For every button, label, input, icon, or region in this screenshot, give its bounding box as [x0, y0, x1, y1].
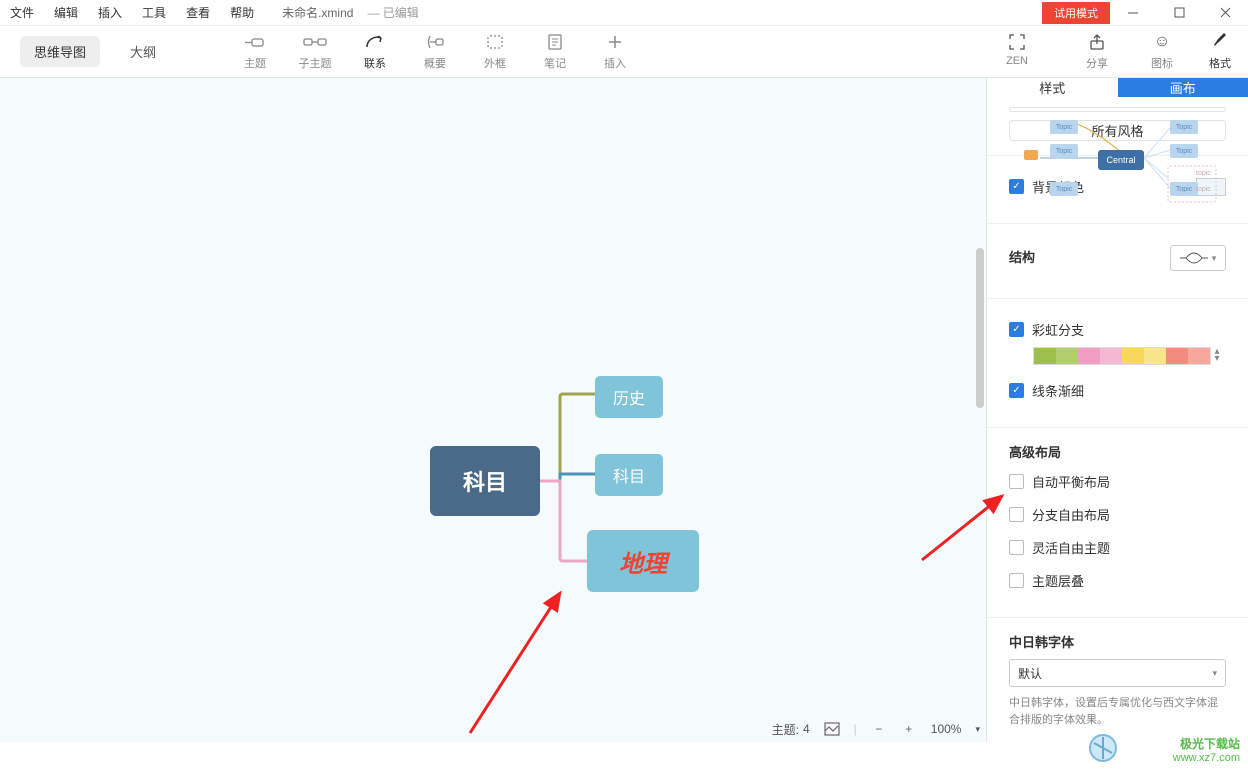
tool-format[interactable]: 格式: [1198, 33, 1242, 71]
preview-topic: Topic: [1050, 144, 1078, 158]
theme-preview[interactable]: Central Topic Topic Topic Topic Topic To…: [1009, 107, 1226, 112]
tool-note[interactable]: 笔记: [530, 33, 580, 71]
maximize-button[interactable]: [1156, 0, 1202, 26]
preview-topic: Topic: [1050, 120, 1078, 134]
document-state: — 已编辑: [367, 4, 418, 21]
trial-badge[interactable]: 试用模式: [1042, 2, 1110, 24]
tab-mindmap[interactable]: 思维导图: [20, 36, 100, 67]
rainbow-swatch[interactable]: [1033, 347, 1211, 365]
menu-view[interactable]: 查看: [176, 4, 220, 21]
structure-picker[interactable]: ▾: [1170, 245, 1226, 271]
preview-topic: Topic: [1050, 182, 1078, 196]
tool-summary[interactable]: 概要: [410, 33, 460, 71]
minimap-icon[interactable]: [824, 722, 840, 736]
topic-icon: [245, 33, 265, 51]
menu-file[interactable]: 文件: [0, 4, 44, 21]
panel-tab-style[interactable]: 样式: [987, 78, 1118, 97]
panel-tab-canvas[interactable]: 画布: [1118, 78, 1248, 97]
tool-relation[interactable]: 联系: [350, 33, 400, 71]
preview-topic: Topic: [1170, 144, 1198, 158]
taper-checkbox[interactable]: ✓ 线条渐细: [1009, 381, 1084, 400]
annotation-arrow-1: [460, 583, 580, 742]
summary-icon: [426, 33, 444, 51]
share-icon: [1089, 33, 1105, 51]
preview-topic: Topic: [1170, 182, 1198, 196]
toolbar: 思维导图 大纲 主题 子主题 联系 概要 外框 笔记 插入: [0, 26, 1248, 78]
titlebar: 文件 编辑 插入 工具 查看 帮助 未命名.xmind — 已编辑 试用模式: [0, 0, 1248, 26]
overlap-checkbox[interactable]: 主题层叠: [1009, 571, 1084, 590]
plus-icon: [608, 33, 622, 51]
advanced-layout-label: 高级布局: [1009, 442, 1226, 461]
zoom-in[interactable]: +: [901, 722, 917, 736]
structure-label: 结构: [1009, 247, 1035, 266]
preview-topic-small: topic: [1196, 186, 1211, 193]
minimize-button[interactable]: [1110, 0, 1156, 26]
chevron-down-icon: ▾: [1212, 253, 1217, 264]
zen-icon: [1009, 33, 1025, 51]
note-icon: [548, 33, 562, 51]
preview-central: Central: [1098, 150, 1144, 170]
rainbow-checkbox[interactable]: ✓ 彩虹分支: [1009, 320, 1084, 339]
rainbow-stepper[interactable]: ▴▾: [1215, 348, 1226, 362]
zoom-out[interactable]: −: [871, 722, 887, 736]
flex-topic-checkbox[interactable]: 灵活自由主题: [1009, 538, 1110, 557]
canvas[interactable]: 科目 历史 科目 地理 主题: 4 | − + 100% ▾: [0, 78, 986, 742]
statusbar: 主题: 4 | − + 100% ▾: [772, 716, 980, 742]
subtopic-1[interactable]: 历史: [595, 376, 663, 418]
central-topic[interactable]: 科目: [430, 446, 540, 516]
close-button[interactable]: [1202, 0, 1248, 26]
tool-boundary[interactable]: 外框: [470, 33, 520, 71]
font-select[interactable]: 默认 ▾: [1009, 659, 1226, 687]
tool-share[interactable]: 分享: [1072, 33, 1122, 71]
subtopic-3[interactable]: 地理: [587, 530, 699, 592]
brush-icon: [1212, 33, 1228, 51]
smiley-icon: ☺: [1154, 33, 1170, 51]
preview-topic-small: topic: [1196, 170, 1211, 177]
menu-help[interactable]: 帮助: [220, 4, 264, 21]
scrollbar-vertical[interactable]: [976, 248, 984, 408]
boundary-icon: [487, 33, 503, 51]
tool-topic[interactable]: 主题: [230, 33, 280, 71]
topics-count: 4: [803, 722, 810, 736]
relation-icon: [365, 33, 385, 51]
chevron-down-icon[interactable]: ▾: [975, 724, 980, 735]
tool-subtopic[interactable]: 子主题: [290, 33, 340, 71]
menu-insert[interactable]: 插入: [88, 4, 132, 21]
cjk-font-label: 中日韩字体: [1009, 632, 1226, 651]
tool-zen[interactable]: ZEN: [992, 33, 1042, 71]
topics-label: 主题:: [772, 721, 799, 738]
menu-bar: 文件 编辑 插入 工具 查看 帮助: [0, 4, 264, 21]
branch-free-checkbox[interactable]: 分支自由布局: [1009, 505, 1110, 524]
subtopic-icon: [304, 33, 326, 51]
zoom-level[interactable]: 100%: [931, 722, 962, 736]
tool-insert[interactable]: 插入: [590, 33, 640, 71]
structure-icon: [1180, 251, 1208, 265]
format-panel: 样式 画布 Central Topic Topic Topic Topic To…: [986, 78, 1248, 742]
preview-topic: Topic: [1170, 120, 1198, 134]
tool-icons[interactable]: ☺ 图标: [1140, 33, 1184, 71]
document-name: 未命名.xmind: [282, 4, 353, 21]
auto-balance-checkbox[interactable]: 自动平衡布局: [1009, 472, 1110, 491]
tab-outline[interactable]: 大纲: [116, 36, 170, 67]
subtopic-2[interactable]: 科目: [595, 454, 663, 496]
menu-edit[interactable]: 编辑: [44, 4, 88, 21]
font-hint: 中日韩字体，设置后专属优化与西文字体混合排版的字体效果。: [1009, 695, 1226, 728]
preview-accent: [1024, 150, 1038, 160]
chevron-down-icon: ▾: [1212, 668, 1217, 679]
menu-tools[interactable]: 工具: [132, 4, 176, 21]
